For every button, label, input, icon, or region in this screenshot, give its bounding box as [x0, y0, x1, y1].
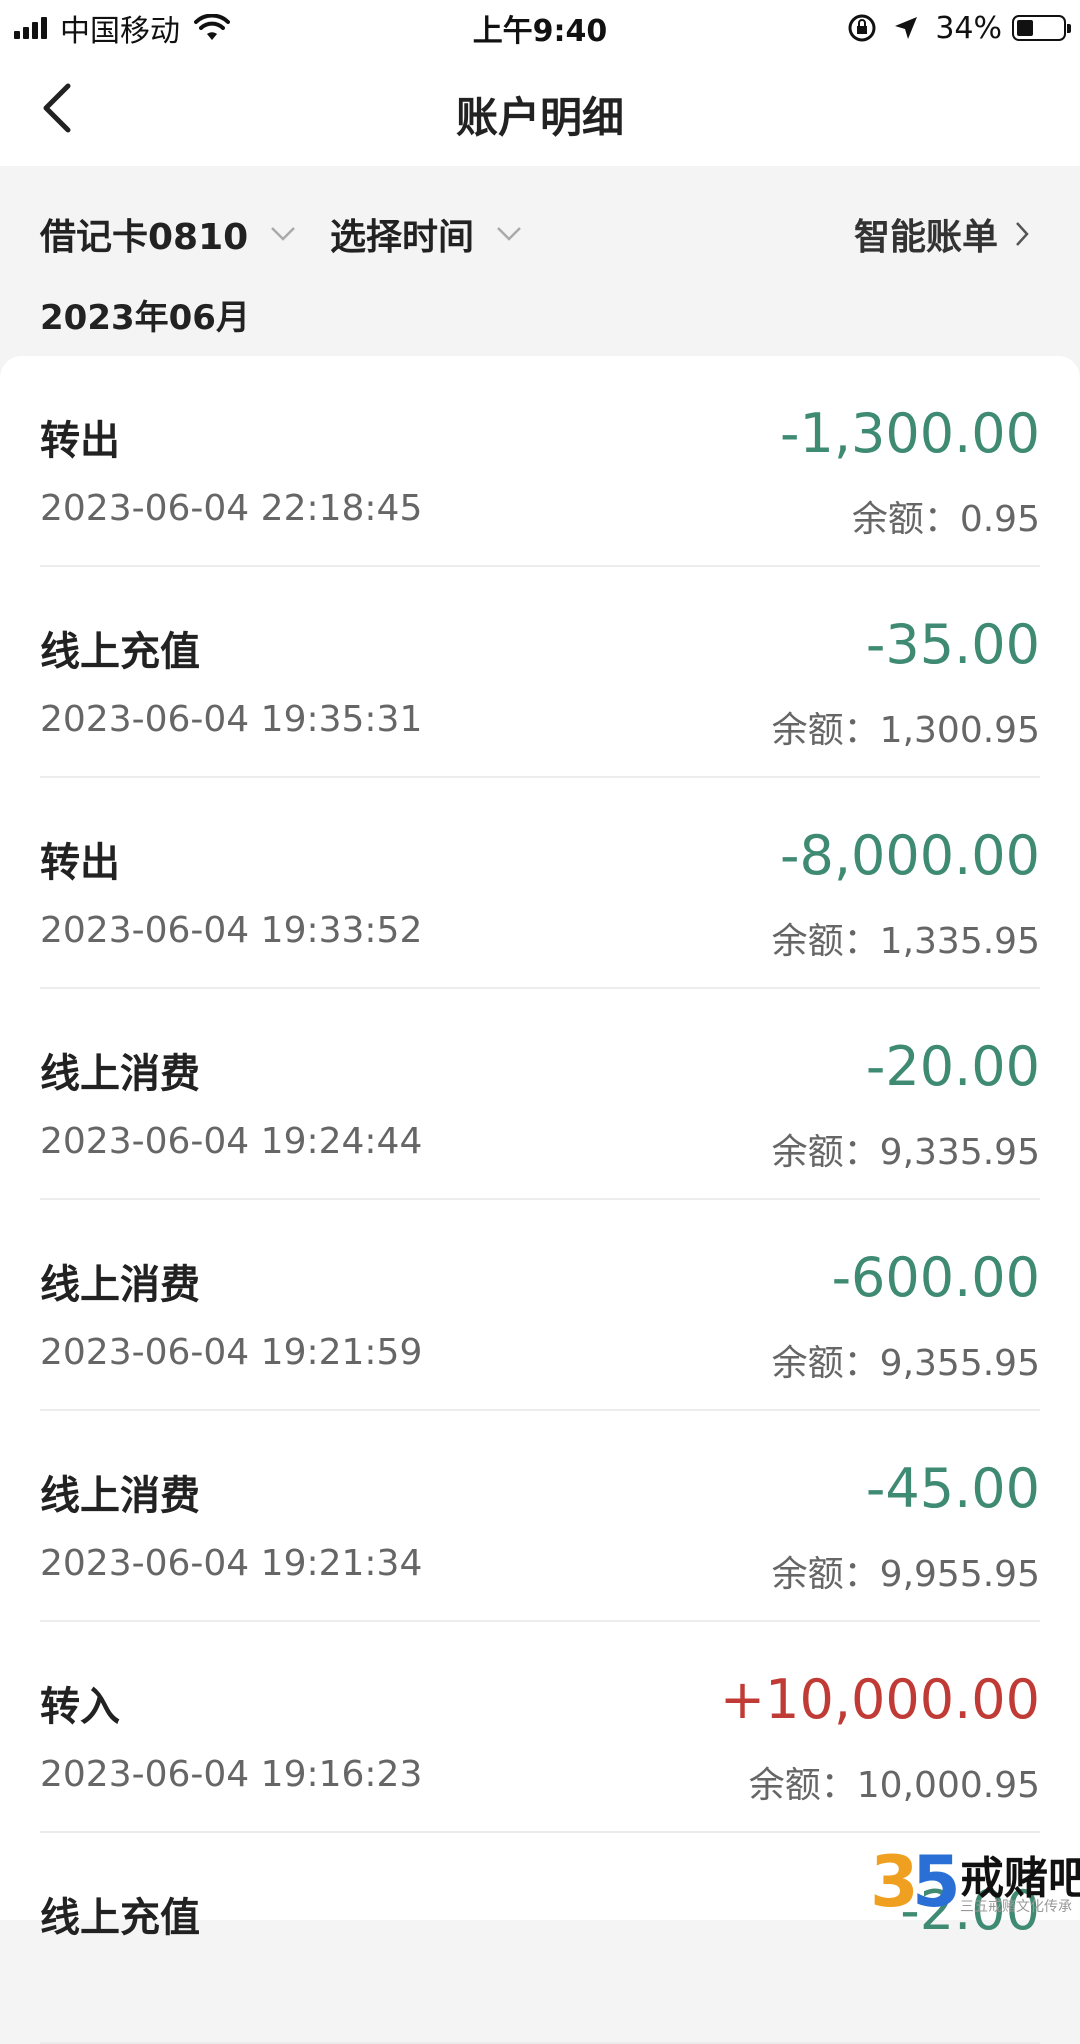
transaction-amount: -600.00 — [831, 1246, 1040, 1309]
card-filter-label: 借记卡0810 — [40, 217, 249, 258]
transaction-type: 转出 — [40, 840, 120, 886]
transaction-row[interactable]: 线上消费 2023-06-04 19:24:44 -20.00 余额：9,335.95 — [40, 989, 1040, 1200]
transaction-amount: -20.00 — [865, 1035, 1040, 1098]
location-icon — [895, 17, 918, 39]
battery-percent: 34% — [935, 10, 1002, 46]
chevron-down-icon — [497, 227, 521, 241]
smart-bill-link[interactable]: 智能账单 — [854, 208, 1030, 260]
transaction-list: 转出 2023-06-04 22:18:45 -1,300.00 余额：0.95 线上充… — [0, 356, 1080, 2044]
transaction-time: 2023-06-04 19:21:34 — [40, 1543, 423, 1584]
transaction-amount: -45.00 — [865, 1457, 1040, 1520]
logo-35-icon: 3 5 — [870, 1841, 961, 1920]
transaction-time: 2023-06-04 19:21:59 — [40, 1332, 423, 1373]
watermark-logo: 3 5 戒赌吧 三五戒赌文化传承 — [868, 1840, 1080, 1920]
status-right: 34% — [847, 8, 1071, 48]
watermark-subtext: 三五戒赌文化传承 — [960, 1899, 1072, 1915]
card-filter[interactable]: 借记卡0810 — [40, 208, 296, 260]
rotation-lock-icon — [848, 14, 876, 42]
transaction-row[interactable]: 转出 2023-06-04 22:18:45 -1,300.00 余额：0.95 — [40, 356, 1040, 567]
transaction-amount: +10,000.00 — [719, 1668, 1040, 1731]
transaction-balance: 余额：0.95 — [851, 499, 1040, 540]
transaction-balance: 余额：9,355.95 — [771, 1343, 1040, 1384]
transaction-time: 2023-06-04 19:24:44 — [40, 1121, 423, 1162]
transaction-balance: 余额：9,335.95 — [771, 1132, 1040, 1173]
transaction-amount: -35.00 — [865, 613, 1040, 676]
transaction-type: 线上消费 — [40, 1262, 200, 1308]
transaction-time: 2023-06-04 22:18:45 — [40, 488, 423, 529]
transaction-row[interactable]: 线上消费 2023-06-04 19:21:34 -45.00 余额：9,955.95 — [40, 1411, 1040, 1622]
transaction-balance: 余额：9,955.95 — [771, 1554, 1040, 1595]
transaction-type: 线上充值 — [40, 629, 200, 675]
transaction-amount: -1,300.00 — [780, 402, 1040, 465]
transaction-type: 线上充值 — [40, 1895, 200, 1941]
svg-text:5: 5 — [912, 1841, 961, 1920]
page-title: 账户明细 — [455, 93, 624, 142]
battery-icon — [1012, 15, 1071, 41]
transaction-balance: 余额：1,300.95 — [771, 710, 1040, 751]
transaction-row[interactable]: 转出 2023-06-04 19:33:52 -8,000.00 余额：1,335.9… — [40, 778, 1040, 989]
transaction-row[interactable]: 转入 2023-06-04 19:16:23 +10,000.00 余额：10,000… — [40, 1622, 1040, 1833]
filter-bar: 借记卡0810 选择时间 智能账单 2023年06月 — [0, 166, 1080, 356]
nav-bar: 账户明细 — [0, 54, 1080, 166]
status-bar: 中国移动 上午9:40 34% — [0, 0, 1080, 54]
transaction-row[interactable]: 线上充值 2023-06-04 19:35:31 -35.00 余额：1,300.95 — [40, 567, 1040, 778]
smart-bill-label: 智能账单 — [853, 217, 998, 258]
transaction-balance: 余额：1,335.95 — [771, 921, 1040, 962]
transaction-row[interactable]: 线上消费 2023-06-04 19:21:59 -600.00 余额：9,355.9… — [40, 1200, 1040, 1411]
transaction-balance: 余额：10,000.95 — [748, 1765, 1040, 1806]
transaction-time: 2023-06-04 19:16:23 — [40, 1754, 423, 1795]
chevron-down-icon — [271, 227, 296, 241]
transaction-time: 2023-06-04 19:35:31 — [40, 699, 423, 740]
transaction-time: 2023-06-04 19:33:52 — [40, 910, 423, 951]
month-label: 2023年06月 — [40, 298, 250, 338]
time-filter-label: 选择时间 — [330, 217, 475, 258]
time-filter[interactable]: 选择时间 — [330, 208, 522, 260]
transaction-amount: -8,000.00 — [780, 824, 1040, 887]
chevron-right-icon — [1016, 222, 1029, 246]
transaction-type: 转入 — [40, 1684, 120, 1730]
transaction-type: 线上消费 — [40, 1473, 200, 1519]
transaction-type: 线上消费 — [40, 1051, 200, 1097]
transaction-type: 转出 — [40, 418, 120, 464]
